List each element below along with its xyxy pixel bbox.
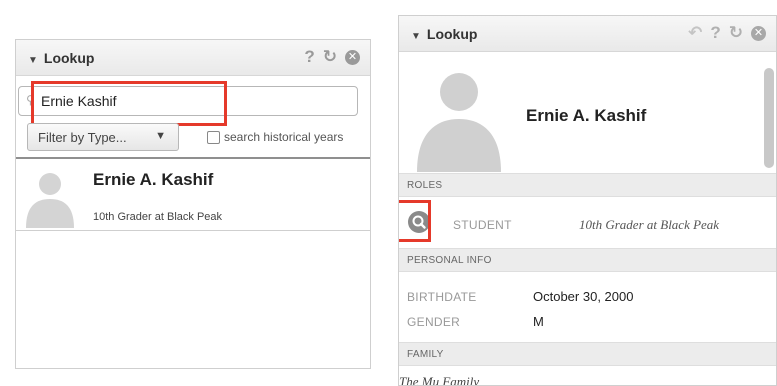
search-icon (412, 215, 426, 229)
help-icon[interactable]: ? (304, 47, 314, 67)
birthdate-value: October 30, 2000 (533, 289, 634, 304)
panel-header: ▼ Lookup ? ↻ ✕ (16, 40, 370, 76)
gender-value: M (533, 314, 544, 329)
role-search-button[interactable] (408, 211, 430, 233)
lookup-panel-right: ▼ Lookup ↶ ? ↻ ✕ Ernie A. Kashif ROLES ST… (398, 15, 777, 386)
personal-info-section-header: PERSONAL INFO (399, 248, 776, 272)
back-arrow-icon[interactable]: ↶ (688, 23, 702, 43)
historical-years-label: search historical years (224, 130, 344, 144)
refresh-icon[interactable]: ↻ (729, 23, 743, 43)
search-input-value: Ernie Kashif (41, 93, 117, 109)
collapse-triangle-icon[interactable]: ▼ (28, 55, 38, 66)
gender-label: GENDER (407, 315, 461, 329)
family-section-header: FAMILY (399, 342, 776, 366)
panel-title-label: Lookup (426, 26, 478, 42)
historical-years-checkbox[interactable] (207, 130, 220, 144)
scrollbar-thumb[interactable] (764, 68, 774, 168)
chevron-down-icon: ▼ (155, 130, 166, 142)
result-divider (16, 230, 370, 231)
filter-by-type-button[interactable]: Filter by Type... ▼ (27, 123, 179, 151)
search-icon: ⚲ (26, 93, 35, 107)
filter-label: Filter by Type... (38, 130, 127, 145)
close-icon[interactable]: ✕ (345, 49, 360, 65)
search-input[interactable]: ⚲ Ernie Kashif (18, 86, 358, 116)
search-divider (16, 157, 370, 159)
person-silhouette-icon (417, 73, 501, 172)
roles-section-header: ROLES (399, 173, 776, 197)
collapse-triangle-icon[interactable]: ▼ (411, 31, 421, 42)
help-icon[interactable]: ? (710, 23, 720, 43)
panel-title[interactable]: ▼ Lookup (28, 50, 94, 66)
role-type: STUDENT (453, 218, 512, 232)
historical-years-toggle[interactable]: search historical years (207, 130, 343, 144)
refresh-icon[interactable]: ↻ (323, 47, 337, 67)
result-name: Ernie A. Kashif (93, 170, 214, 189)
profile-name: Ernie A. Kashif (526, 106, 647, 125)
family-name[interactable]: The Mu Family (399, 374, 479, 385)
panel-title[interactable]: ▼ Lookup (411, 26, 477, 42)
panel-header: ▼ Lookup ↶ ? ↻ ✕ (399, 16, 776, 52)
close-icon[interactable]: ✕ (751, 25, 766, 41)
birthdate-label: BIRTHDATE (407, 290, 477, 304)
panel-title-label: Lookup (43, 50, 95, 66)
role-description: 10th Grader at Black Peak (579, 217, 720, 232)
result-subtitle: 10th Grader at Black Peak (93, 211, 223, 223)
person-silhouette-icon (26, 173, 74, 228)
header-icons: ? ↻ ✕ (304, 47, 360, 67)
header-icons: ↶ ? ↻ ✕ (688, 23, 766, 43)
